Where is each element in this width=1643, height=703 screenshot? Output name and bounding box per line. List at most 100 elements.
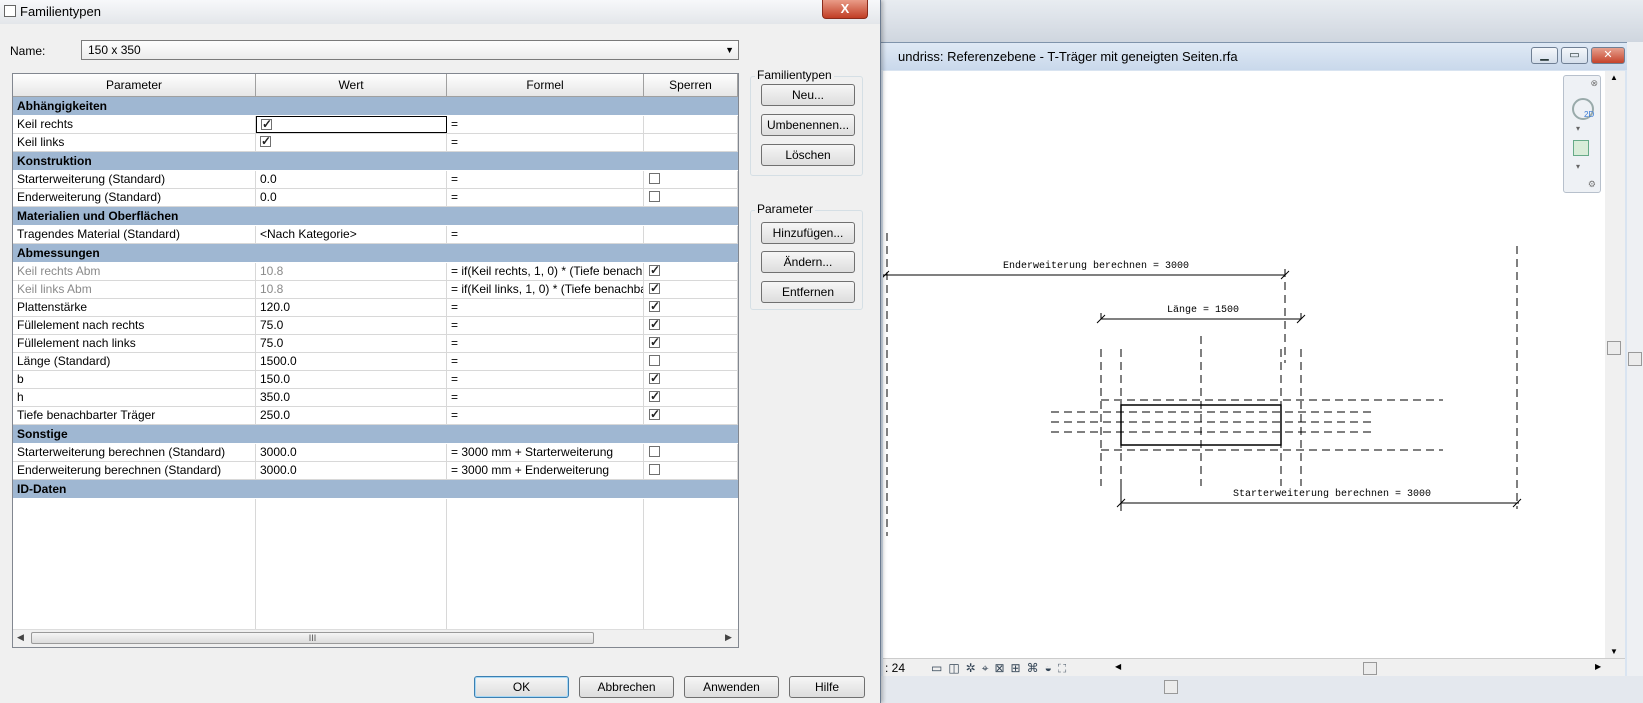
lock-checkbox[interactable] <box>649 371 660 387</box>
group-header[interactable]: Abmessungen <box>13 244 738 263</box>
dialog-close-button[interactable]: X <box>822 0 868 19</box>
formula-cell[interactable]: = <box>447 389 644 406</box>
group-header[interactable]: Sonstige <box>13 425 738 444</box>
grid-hscroll-thumb[interactable]: III <box>31 632 594 644</box>
formula-cell[interactable]: = <box>447 407 644 424</box>
nav-close-icon[interactable]: ⊗ <box>1590 78 1598 89</box>
scale-label[interactable]: : 24 <box>885 661 905 675</box>
formula-cell[interactable]: = <box>447 226 644 243</box>
lock-checkbox[interactable] <box>649 191 660 203</box>
group-header[interactable]: Abhängigkeiten <box>13 97 738 116</box>
col-header-wert[interactable]: Wert <box>256 74 447 96</box>
lock-checkbox[interactable] <box>649 317 660 333</box>
lock-cell[interactable] <box>644 299 738 316</box>
value-cell[interactable]: 120.0 <box>256 299 447 316</box>
scroll-up-icon[interactable]: ▲ <box>1610 73 1618 82</box>
value-cell[interactable]: 3000.0 <box>256 444 447 461</box>
lock-cell[interactable] <box>644 171 738 188</box>
app-hscroll-thumb[interactable] <box>1164 680 1178 694</box>
view-close-button[interactable]: ✕ <box>1591 47 1625 64</box>
nav-options-icon[interactable]: ⚙ <box>1588 179 1596 190</box>
lock-cell[interactable] <box>644 317 738 334</box>
lock-cell[interactable] <box>644 226 738 243</box>
app-vertical-scrollbar[interactable] <box>1627 42 1643 676</box>
lock-checkbox[interactable] <box>649 355 660 367</box>
table-row[interactable]: Keil rechts = <box>13 116 738 134</box>
value-cell[interactable]: 75.0 <box>256 317 447 334</box>
formula-cell[interactable]: = <box>447 171 644 188</box>
table-row[interactable]: Starterweiterung (Standard) 0.0 = <box>13 171 738 189</box>
hilfe-button[interactable]: Hilfe <box>789 676 865 698</box>
view-vscroll-thumb[interactable] <box>1607 341 1621 355</box>
table-row[interactable]: b 150.0 = <box>13 371 738 389</box>
lock-checkbox[interactable] <box>649 281 660 297</box>
grid-horizontal-scrollbar[interactable]: ◀ III ▶ <box>13 629 738 647</box>
lock-cell[interactable] <box>644 371 738 388</box>
lock-checkbox[interactable] <box>649 299 660 315</box>
col-header-formel[interactable]: Formel <box>447 74 644 96</box>
chevron-down-icon[interactable]: ▼ <box>725 45 734 55</box>
chevron-down-icon[interactable]: ▾ <box>1576 124 1580 133</box>
maximize-button[interactable]: ▭ <box>1561 47 1588 64</box>
lock-checkbox[interactable] <box>649 446 660 458</box>
table-row[interactable]: Keil links = <box>13 134 738 152</box>
lock-cell[interactable] <box>644 444 738 461</box>
formula-cell[interactable]: = <box>447 189 644 206</box>
value-cell[interactable]: 10.8 <box>256 263 447 280</box>
value-checkbox[interactable] <box>261 117 272 132</box>
lock-checkbox[interactable] <box>649 464 660 476</box>
value-checkbox[interactable] <box>260 134 271 150</box>
formula-cell[interactable]: = <box>447 353 644 370</box>
zoom-icon[interactable] <box>1573 140 1589 156</box>
group-header[interactable]: Materialien und Oberflächen <box>13 207 738 226</box>
view-hscroll-thumb[interactable] <box>1363 662 1377 675</box>
minimize-button[interactable]: ▁ <box>1531 47 1558 64</box>
value-cell[interactable]: 0.0 <box>256 189 447 206</box>
table-row[interactable]: Starterweiterung berechnen (Standard) 30… <box>13 444 738 462</box>
lock-cell[interactable] <box>644 389 738 406</box>
lock-checkbox[interactable] <box>649 173 660 185</box>
lock-checkbox[interactable] <box>649 263 660 279</box>
hscroll-left-icon[interactable]: ◀ <box>1115 662 1121 671</box>
table-row[interactable]: Füllelement nach rechts 75.0 = <box>13 317 738 335</box>
value-cell[interactable]: 10.8 <box>256 281 447 298</box>
table-row[interactable]: Tiefe benachbarter Träger 250.0 = <box>13 407 738 425</box>
lock-cell[interactable] <box>644 281 738 298</box>
name-dropdown[interactable]: 150 x 350 ▼ <box>81 40 739 60</box>
entfernen-button[interactable]: Entfernen <box>761 281 855 303</box>
value-cell[interactable]: 3000.0 <box>256 462 447 479</box>
scroll-left-icon[interactable]: ◀ <box>17 632 24 643</box>
table-row[interactable]: h 350.0 = <box>13 389 738 407</box>
loeschen-button[interactable]: Löschen <box>761 144 855 166</box>
value-cell[interactable]: 1500.0 <box>256 353 447 370</box>
value-cell[interactable]: 150.0 <box>256 371 447 388</box>
lock-cell[interactable] <box>644 353 738 370</box>
table-row[interactable]: Keil rechts Abm 10.8 = if(Keil rechts, 1… <box>13 263 738 281</box>
formula-cell[interactable]: = <box>447 134 644 151</box>
scroll-right-icon[interactable]: ▶ <box>725 632 732 643</box>
hscroll-right-icon[interactable]: ▶ <box>1595 662 1601 671</box>
hinzufuegen-button[interactable]: Hinzufügen... <box>761 222 855 244</box>
neu-button[interactable]: Neu... <box>761 84 855 106</box>
formula-cell[interactable]: = <box>447 116 644 133</box>
table-row[interactable]: Enderweiterung (Standard) 0.0 = <box>13 189 738 207</box>
anwenden-button[interactable]: Anwenden <box>684 676 779 698</box>
lock-cell[interactable] <box>644 462 738 479</box>
group-header[interactable]: Konstruktion <box>13 152 738 171</box>
scroll-down-icon[interactable]: ▼ <box>1610 647 1618 656</box>
lock-checkbox[interactable] <box>649 407 660 423</box>
table-row[interactable]: Füllelement nach links 75.0 = <box>13 335 738 353</box>
parameter-grid[interactable]: Parameter Wert Formel Sperren Abhängigke… <box>12 73 739 648</box>
col-header-sperren[interactable]: Sperren <box>644 74 738 96</box>
ok-button[interactable]: OK <box>474 676 569 698</box>
table-row[interactable]: Enderweiterung berechnen (Standard) 3000… <box>13 462 738 480</box>
value-cell[interactable]: 350.0 <box>256 389 447 406</box>
value-cell[interactable]: 75.0 <box>256 335 447 352</box>
abbrechen-button[interactable]: Abbrechen <box>579 676 674 698</box>
formula-cell[interactable]: = <box>447 371 644 388</box>
formula-cell[interactable]: = 3000 mm + Enderweiterung <box>447 462 644 479</box>
lock-cell[interactable] <box>644 134 738 151</box>
value-cell[interactable] <box>256 116 447 133</box>
table-row[interactable]: Keil links Abm 10.8 = if(Keil links, 1, … <box>13 281 738 299</box>
value-cell[interactable]: 250.0 <box>256 407 447 424</box>
